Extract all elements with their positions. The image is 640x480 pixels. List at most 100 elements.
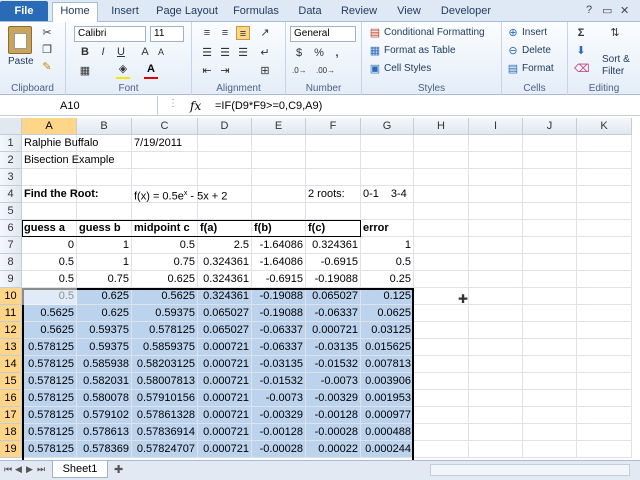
cell-I4[interactable]	[469, 186, 523, 203]
cell-H13[interactable]	[414, 339, 469, 356]
percent-button[interactable]: %	[312, 46, 326, 60]
row-header-16[interactable]: 16	[0, 390, 22, 407]
cell-E16[interactable]: -0.0073	[252, 390, 306, 407]
cell-K9[interactable]	[577, 271, 632, 288]
cell-C17[interactable]: 0.57861328	[132, 407, 198, 424]
cell-K14[interactable]	[577, 356, 632, 373]
cell-F7[interactable]: 0.324361	[306, 237, 361, 254]
cell-B18[interactable]: 0.578613	[77, 424, 132, 441]
cell-D19[interactable]: 0.000721	[198, 441, 252, 458]
row-header-2[interactable]: 2	[0, 152, 22, 169]
worksheet-grid[interactable]: A B C D E F G H I J K 1 Ralphie Buffalo 7/19/2011 2 Bis…	[0, 118, 640, 460]
cell-A7[interactable]: 0	[22, 237, 77, 254]
cell-K8[interactable]	[577, 254, 632, 271]
cell-I5[interactable]	[469, 203, 523, 220]
cell-H8[interactable]	[414, 254, 469, 271]
cell-D6[interactable]: f(a)	[198, 220, 252, 237]
cell-E6[interactable]: f(b)	[252, 220, 306, 237]
cell-J11[interactable]	[523, 305, 577, 322]
cell-F17[interactable]: -0.00128	[306, 407, 361, 424]
cell-I12[interactable]	[469, 322, 523, 339]
merge-center-icon[interactable]: ⊞	[258, 64, 272, 78]
name-box[interactable]: A10	[0, 96, 158, 116]
cell-C18[interactable]: 0.57836914	[132, 424, 198, 441]
font-grow-icon[interactable]: A	[138, 45, 152, 59]
cell-F11[interactable]: -0.06337	[306, 305, 361, 322]
align-center-icon[interactable]: ☰	[218, 46, 232, 60]
tab-page-layout[interactable]: Page Layout	[154, 3, 220, 22]
cell-E2[interactable]	[252, 152, 306, 169]
cell-A16[interactable]: 0.578125	[22, 390, 77, 407]
cell-D8[interactable]: 0.324361	[198, 254, 252, 271]
cell-A12[interactable]: 0.5625	[22, 322, 77, 339]
cell-E10[interactable]: -0.19088	[252, 288, 306, 305]
cell-F1[interactable]	[306, 135, 361, 152]
cell-H1[interactable]	[414, 135, 469, 152]
copy-icon[interactable]: ❐	[40, 43, 54, 57]
cell-B5[interactable]	[77, 203, 132, 220]
cell-G14[interactable]: 0.007813	[361, 356, 414, 373]
cell-C10[interactable]: 0.5625	[132, 288, 198, 305]
cell-C3[interactable]	[132, 169, 198, 186]
column-header-J[interactable]: J	[523, 118, 577, 135]
row-header-6[interactable]: 6	[0, 220, 22, 237]
cell-K4[interactable]	[577, 186, 632, 203]
cell-B11[interactable]: 0.625	[77, 305, 132, 322]
next-sheet-icon[interactable]: ▶	[26, 464, 33, 475]
cell-D7[interactable]: 2.5	[198, 237, 252, 254]
cell-I1[interactable]	[469, 135, 523, 152]
cell-I16[interactable]	[469, 390, 523, 407]
column-header-C[interactable]: C	[132, 118, 198, 135]
cell-J13[interactable]	[523, 339, 577, 356]
cell-B3[interactable]	[77, 169, 132, 186]
fill-icon[interactable]: ⬇	[574, 44, 588, 58]
cell-I7[interactable]	[469, 237, 523, 254]
comma-button[interactable]: ,	[330, 46, 344, 60]
cell-D16[interactable]: 0.000721	[198, 390, 252, 407]
cell-I13[interactable]	[469, 339, 523, 356]
cell-F5[interactable]	[306, 203, 361, 220]
cell-B2[interactable]	[77, 152, 132, 169]
cell-A3[interactable]	[22, 169, 77, 186]
cell-J7[interactable]	[523, 237, 577, 254]
font-size-select[interactable]: 11	[150, 26, 184, 42]
cell-D17[interactable]: 0.000721	[198, 407, 252, 424]
cell-I15[interactable]	[469, 373, 523, 390]
cell-K2[interactable]	[577, 152, 632, 169]
cell-I11[interactable]	[469, 305, 523, 322]
tab-developer[interactable]: Developer	[436, 3, 496, 22]
close-icon[interactable]: ✕	[620, 4, 629, 17]
cell-E15[interactable]: -0.01532	[252, 373, 306, 390]
cell-C14[interactable]: 0.58203125	[132, 356, 198, 373]
select-all-corner[interactable]	[0, 118, 22, 135]
cell-F15[interactable]: -0.0073	[306, 373, 361, 390]
cell-G8[interactable]: 0.5	[361, 254, 414, 271]
cell-J16[interactable]	[523, 390, 577, 407]
format-cells-button[interactable]: Format	[522, 63, 554, 74]
cell-C13[interactable]: 0.5859375	[132, 339, 198, 356]
cell-I6[interactable]	[469, 220, 523, 237]
cell-B9[interactable]: 0.75	[77, 271, 132, 288]
cell-E7[interactable]: -1.64086	[252, 237, 306, 254]
cell-H16[interactable]	[414, 390, 469, 407]
cell-B17[interactable]: 0.579102	[77, 407, 132, 424]
cell-F6[interactable]: f(c)	[306, 220, 361, 237]
cell-D1[interactable]	[198, 135, 252, 152]
row-header-9[interactable]: 9	[0, 271, 22, 288]
cell-D4[interactable]	[198, 186, 252, 203]
cell-B13[interactable]: 0.59375	[77, 339, 132, 356]
cell-H5[interactable]	[414, 203, 469, 220]
cell-I3[interactable]	[469, 169, 523, 186]
cell-C4[interactable]: f(x) = 0.5ex - 5x + 2	[132, 186, 227, 203]
cell-G13[interactable]: 0.015625	[361, 339, 414, 356]
fill-color-icon[interactable]: ◈	[116, 62, 130, 76]
minimize-ribbon-icon[interactable]: ▭	[602, 4, 612, 17]
cell-B10[interactable]: 0.625	[77, 288, 132, 305]
cell-E4[interactable]	[252, 186, 306, 203]
cell-J15[interactable]	[523, 373, 577, 390]
cell-E5[interactable]	[252, 203, 306, 220]
clear-icon[interactable]: ⌫	[574, 62, 590, 76]
cell-F9[interactable]: -0.19088	[306, 271, 361, 288]
format-as-table-button[interactable]: Format as Table	[384, 45, 456, 56]
cell-F2[interactable]	[306, 152, 361, 169]
